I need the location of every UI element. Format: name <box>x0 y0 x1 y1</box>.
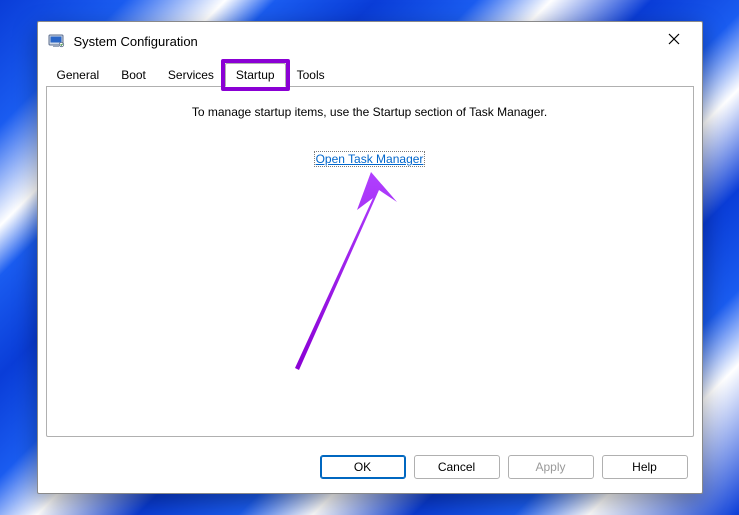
tab-tools[interactable]: Tools <box>286 63 336 86</box>
close-icon <box>668 33 680 45</box>
help-button[interactable]: Help <box>602 455 688 479</box>
titlebar: System Configuration <box>38 22 702 60</box>
startup-info-text: To manage startup items, use the Startup… <box>47 105 693 119</box>
open-task-manager-link[interactable]: Open Task Manager <box>314 151 426 167</box>
close-button[interactable] <box>652 24 696 54</box>
ok-button[interactable]: OK <box>320 455 406 479</box>
apply-button: Apply <box>508 455 594 479</box>
annotation-arrow <box>259 160 439 380</box>
tab-general[interactable]: General <box>46 63 111 86</box>
tab-boot[interactable]: Boot <box>110 63 157 86</box>
window-title: System Configuration <box>74 34 198 49</box>
tab-services[interactable]: Services <box>157 63 225 86</box>
cancel-button[interactable]: Cancel <box>414 455 500 479</box>
system-config-icon <box>48 32 66 50</box>
tabstrip: General Boot Services Startup Tools <box>38 60 702 86</box>
startup-pane: To manage startup items, use the Startup… <box>46 86 694 437</box>
system-configuration-dialog: System Configuration General Boot Servic… <box>37 21 703 494</box>
dialog-button-row: OK Cancel Apply Help <box>38 445 702 493</box>
tab-startup[interactable]: Startup <box>225 63 286 87</box>
